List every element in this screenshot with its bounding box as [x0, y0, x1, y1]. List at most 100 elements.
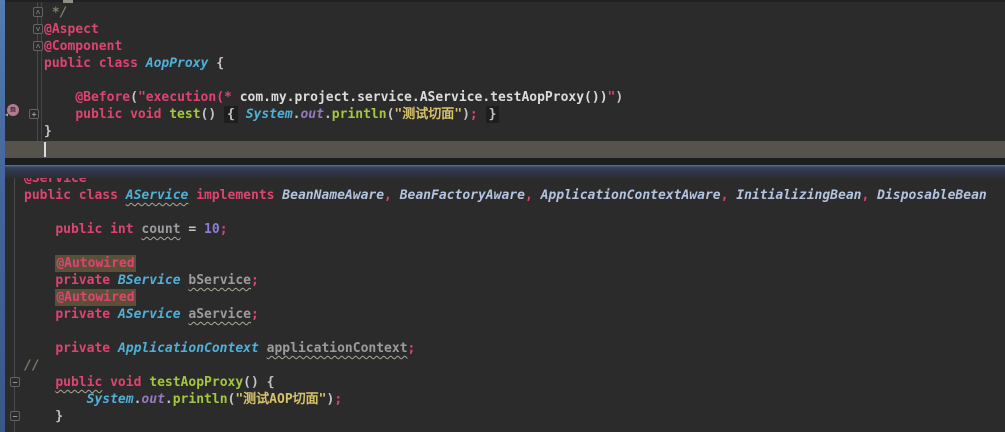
code-token: (: [130, 90, 138, 105]
editor-pane-aopproxy[interactable]: */ @Aspect @Component public class AopProxy…: [0, 0, 1005, 145]
code-line[interactable]: public void testAopProxy() {: [0, 374, 1005, 391]
code-line[interactable]: [0, 204, 1005, 221]
code-token: ): [462, 107, 470, 122]
code-token: aService: [188, 307, 252, 322]
code-line[interactable]: */: [0, 4, 1005, 21]
code-token: "execution(*: [137, 90, 240, 105]
code-token: */: [44, 5, 68, 20]
code-token: }: [24, 409, 64, 424]
code-token: }: [44, 124, 52, 139]
code-token: ;: [251, 273, 259, 288]
code-token: implements: [196, 188, 283, 203]
code-token: @Service: [24, 171, 87, 186]
code-token: () {: [243, 375, 275, 390]
fold-marker-icon[interactable]: ˅: [33, 24, 43, 34]
code-line[interactable]: [0, 238, 1005, 255]
code-token: ;: [469, 107, 478, 122]
code-token: testAopProxy: [149, 375, 244, 390]
code-token: com.my.project.service.AService.testAopP…: [239, 90, 608, 105]
code-line[interactable]: System.out.println("测试AOP切面");: [0, 391, 1005, 408]
code-line[interactable]: @Service: [0, 170, 1005, 187]
code-line[interactable]: @Component: [0, 38, 1005, 55]
code-token: ;: [251, 307, 259, 322]
top-edge-divider: [0, 0, 1005, 2]
code-token: out: [141, 392, 165, 407]
code-token: 10: [204, 222, 220, 237]
current-line-highlight[interactable]: [5, 141, 1005, 158]
code-line[interactable]: public void test() { System.out.println(…: [0, 106, 1005, 123]
code-token: @Autowired: [55, 255, 136, 272]
code-token: BService: [117, 273, 181, 288]
code-token: ;: [334, 392, 343, 407]
code-line[interactable]: public class AService implements BeanNam…: [0, 187, 1005, 204]
code-token: private: [55, 307, 118, 322]
code-token: private: [55, 341, 118, 356]
code-line[interactable]: public class AopProxy {: [0, 55, 1005, 72]
code-line[interactable]: @Autowired: [0, 255, 1005, 272]
code-token: applicationContext: [266, 341, 408, 356]
pane-divider[interactable]: [0, 158, 1005, 166]
code-token: ): [615, 90, 624, 105]
code-token: System: [86, 392, 134, 407]
code-token: BeanNameAware: [282, 188, 385, 203]
code-token: .: [164, 392, 173, 407]
code-token: bService: [188, 273, 252, 288]
code-line[interactable]: public int count = 10;: [0, 221, 1005, 238]
code-token: @Aspect: [44, 22, 99, 37]
fold-marker-icon[interactable]: −: [10, 377, 20, 387]
fold-marker-icon[interactable]: +: [29, 109, 39, 119]
code-token: println: [172, 392, 228, 407]
code-line[interactable]: private ApplicationContext applicationCo…: [0, 340, 1005, 357]
code-line[interactable]: @Aspect: [0, 21, 1005, 38]
code-line[interactable]: private BService bService;: [0, 272, 1005, 289]
code-token: ,: [384, 188, 400, 203]
code-line[interactable]: @Autowired: [0, 289, 1005, 306]
code-token: "测试AOP切面": [235, 392, 327, 407]
code-token: .: [323, 107, 332, 122]
code-token: test: [169, 107, 201, 122]
editor-pane-aservice[interactable]: @Service public class AService implements…: [0, 166, 1005, 432]
scrollbar-fragment: [63, 0, 73, 3]
code-line[interactable]: [0, 323, 1005, 340]
code-token: public: [55, 375, 103, 390]
code-token: AService: [117, 307, 181, 322]
code-token: @Autowired: [55, 289, 136, 306]
fold-guide-line-top: [37, 2, 38, 141]
fold-marker-icon[interactable]: ˄: [33, 41, 43, 51]
fold-guide-line-bottom: [14, 172, 15, 432]
code-line[interactable]: private AService aService;: [0, 306, 1005, 323]
fold-marker-icon[interactable]: −: [10, 411, 20, 421]
code-line[interactable]: //: [0, 357, 1005, 374]
code-token: ApplicationContext: [117, 341, 259, 356]
code-token: =: [180, 222, 205, 237]
aop-advice-icon[interactable]: m ◂: [4, 104, 20, 119]
code-token: public int: [55, 222, 142, 237]
code-line[interactable]: [0, 72, 1005, 89]
code-line[interactable]: }: [0, 123, 1005, 140]
fold-marker-icon[interactable]: ˄: [33, 7, 43, 17]
code-token: {: [208, 56, 225, 71]
code-token: out: [300, 107, 324, 122]
ide-editor-window: */ @Aspect @Component public class AopProxy…: [0, 0, 1005, 432]
code-token: ApplicationContextAware: [540, 188, 721, 203]
code-token: ,: [861, 188, 878, 203]
code-token: "测试切面": [394, 107, 463, 122]
code-line[interactable]: @Before("execution(* com.my.project.serv…: [0, 89, 1005, 106]
code-token: private: [55, 273, 118, 288]
text-caret: [44, 142, 46, 157]
code-token: void: [110, 375, 150, 390]
code-token: ;: [407, 341, 416, 356]
code-token: @Before: [75, 90, 131, 105]
code-line[interactable]: }: [0, 408, 1005, 425]
code-token: public void: [75, 107, 170, 122]
